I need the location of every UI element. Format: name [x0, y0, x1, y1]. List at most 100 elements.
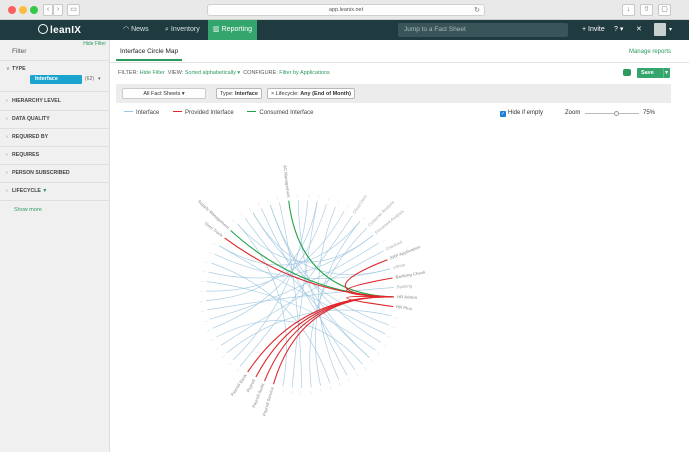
share-icon[interactable]: ⇧: [640, 4, 653, 16]
save-button[interactable]: Save ▾: [637, 68, 670, 78]
node-label[interactable]: ...: [289, 390, 294, 394]
node-label[interactable]: ...: [296, 193, 301, 197]
node-label[interactable]: ...: [279, 389, 285, 393]
facet-data-quality[interactable]: › DATA QUALITY: [6, 116, 106, 122]
interface-link[interactable]: [232, 200, 309, 361]
sidebar-toggle-icon[interactable]: ▭: [67, 4, 80, 16]
node-label[interactable]: ...: [226, 360, 232, 366]
node-label[interactable]: ...: [334, 200, 340, 205]
interface-link[interactable]: [237, 223, 287, 387]
node-label[interactable]: ...: [205, 327, 210, 333]
hide-if-empty-toggle[interactable]: ✓ Hide if empty: [500, 110, 543, 117]
configure-filter-link[interactable]: Filter by Applications: [279, 70, 329, 76]
node-label[interactable]: ...: [329, 385, 335, 390]
node-label[interactable]: ...: [204, 258, 209, 264]
node-label[interactable]: ...: [347, 376, 353, 382]
save-caret-icon[interactable]: ▾: [663, 68, 669, 78]
node-label[interactable]: ...: [199, 288, 203, 293]
node-label[interactable]: ...: [380, 237, 386, 243]
manage-reports-link[interactable]: Manage reports: [629, 49, 671, 55]
node-label[interactable]: ...: [200, 298, 204, 303]
node-label[interactable]: ...: [234, 367, 240, 373]
leanix-logo[interactable]: leanIX: [38, 24, 81, 36]
node-label[interactable]: ...: [266, 198, 272, 203]
interface-link[interactable]: [252, 212, 389, 326]
help-button[interactable]: ? ▾: [614, 20, 623, 40]
node-label[interactable]: ...: [387, 332, 392, 338]
node-label[interactable]: ...: [305, 194, 310, 198]
back-icon[interactable]: ‹: [43, 4, 53, 16]
node-label[interactable]: ...: [300, 391, 305, 395]
facet-lifecycle[interactable]: › LIFECYCLE ▼: [6, 188, 106, 194]
jump-to-fact-sheet-input[interactable]: Jump to a Fact Sheet: [398, 23, 568, 37]
node-label[interactable]: HR Admin: [397, 294, 418, 300]
nav-reporting[interactable]: ▥ Reporting: [208, 20, 257, 40]
node-label[interactable]: eShop: [393, 262, 407, 270]
legend-item-interface[interactable]: Interface: [124, 110, 159, 116]
node-label[interactable]: Payroll Service: [261, 386, 274, 417]
legend-item-consumed[interactable]: Consumed Interface: [247, 110, 313, 116]
interface-link[interactable]: [297, 199, 348, 376]
facet-type[interactable]: ∨ TYPE: [6, 66, 106, 72]
node-label[interactable]: ...: [257, 201, 263, 206]
type-filter-chip[interactable]: Type: Interface: [216, 88, 262, 99]
node-label[interactable]: ...: [310, 390, 315, 394]
node-label[interactable]: ...: [239, 211, 245, 217]
node-label[interactable]: ...: [315, 195, 321, 199]
minimize-window-button[interactable]: [19, 6, 27, 14]
address-bar[interactable]: app.leanix.net ↻: [207, 4, 485, 16]
type-interface-pill[interactable]: Interface: [30, 75, 82, 84]
provided-link[interactable]: [255, 296, 395, 378]
interface-link[interactable]: [221, 250, 384, 346]
forward-icon[interactable]: ›: [53, 4, 63, 16]
node-label[interactable]: ...: [213, 240, 219, 246]
node-label[interactable]: ...: [325, 197, 331, 202]
nav-news[interactable]: ◠ News: [118, 20, 154, 40]
node-label[interactable]: ...: [382, 341, 388, 347]
node-label[interactable]: ...: [248, 206, 254, 212]
checkbox-checked-icon[interactable]: ✓: [500, 111, 506, 117]
node-label[interactable]: ...: [377, 350, 383, 356]
node-label[interactable]: ...: [355, 371, 361, 377]
zoom-window-button[interactable]: [30, 6, 38, 14]
node-label[interactable]: ...: [208, 249, 213, 255]
nav-inventory[interactable]: ⌕ Inventory: [160, 20, 205, 40]
tabs-icon[interactable]: ▢: [658, 4, 671, 16]
node-label[interactable]: ...: [363, 364, 369, 370]
legend-item-provided[interactable]: Provided Interface: [173, 110, 234, 116]
node-label[interactable]: ...: [200, 278, 204, 283]
lifecycle-filter-chip[interactable]: × Lifecycle: Any (End of Month): [267, 88, 355, 99]
zoom-slider-handle[interactable]: [614, 111, 620, 116]
facet-person-subscribed[interactable]: › PERSON SUBSCRIBED: [6, 170, 106, 176]
facet-hierarchy-level[interactable]: › HIERARCHY LEVEL: [6, 98, 106, 104]
node-label[interactable]: ...: [200, 308, 204, 314]
node-label[interactable]: HR Plus: [396, 304, 413, 311]
node-label[interactable]: Cloud Docs: [351, 194, 367, 215]
node-label[interactable]: ...: [202, 268, 207, 274]
facet-required-by[interactable]: › REQUIRED BY: [6, 134, 106, 140]
reload-icon[interactable]: ↻: [474, 6, 480, 15]
expand-icon[interactable]: ✕: [636, 20, 642, 40]
comment-icon[interactable]: [623, 69, 631, 76]
node-label[interactable]: ...: [209, 336, 214, 342]
node-label[interactable]: ...: [232, 217, 238, 223]
download-icon[interactable]: ↓: [622, 4, 635, 16]
node-label[interactable]: Banking: [397, 283, 413, 289]
node-label[interactable]: ...: [343, 204, 349, 209]
node-label[interactable]: ...: [394, 314, 399, 320]
node-label[interactable]: Checkout: [385, 239, 404, 252]
show-more-link[interactable]: Show more: [14, 207, 42, 213]
view-sort-dropdown[interactable]: Sorted alphabetically ▾: [185, 70, 240, 76]
node-label[interactable]: ...: [360, 215, 366, 221]
node-label[interactable]: ...: [202, 317, 207, 323]
avatar-caret-icon[interactable]: ▾: [669, 20, 672, 40]
close-window-button[interactable]: [8, 6, 16, 14]
node-label[interactable]: Payroll: [245, 378, 256, 393]
zoom-slider[interactable]: [585, 113, 639, 114]
node-label[interactable]: ...: [319, 388, 325, 393]
avatar[interactable]: [654, 23, 666, 36]
invite-button[interactable]: + Invite: [582, 20, 605, 40]
type-caret-icon[interactable]: ▾: [98, 76, 101, 82]
node-label[interactable]: Banking Check: [395, 269, 426, 279]
facet-requires[interactable]: › REQUIRES: [6, 152, 106, 158]
